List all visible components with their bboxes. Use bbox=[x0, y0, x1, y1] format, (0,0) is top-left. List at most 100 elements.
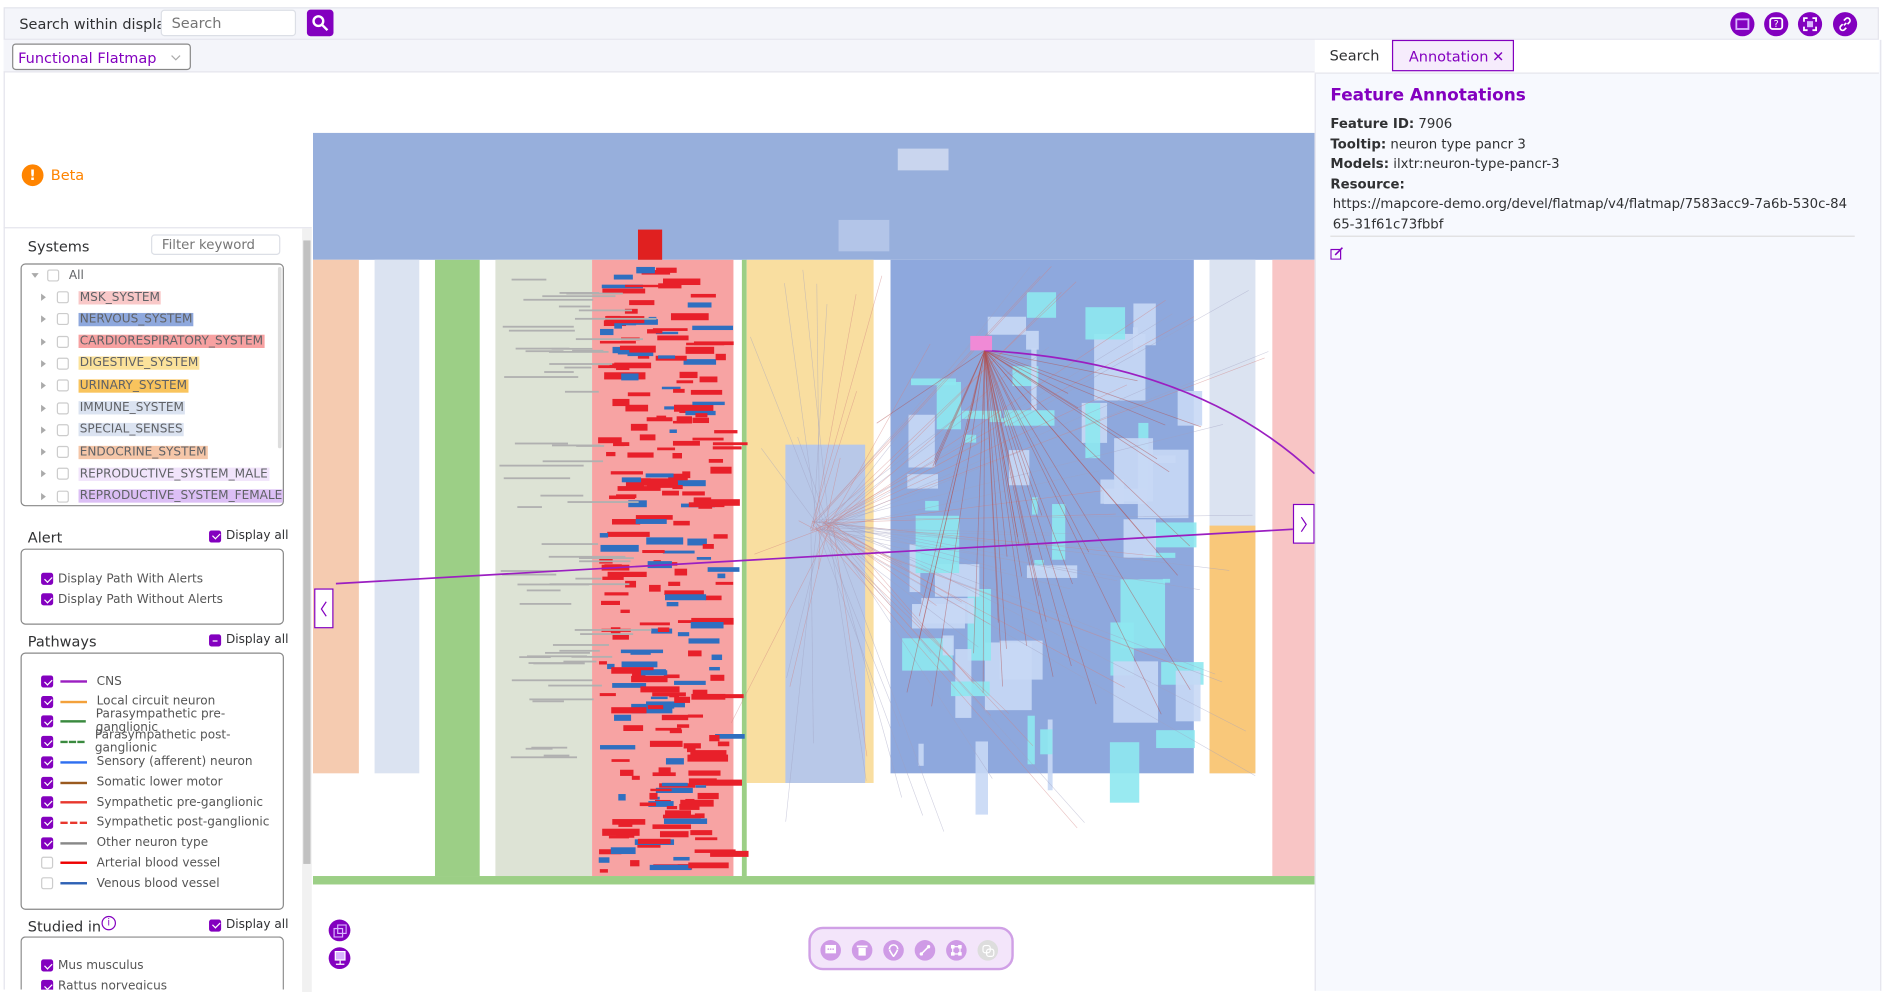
map-feature[interactable] bbox=[600, 745, 636, 750]
map-feature[interactable] bbox=[601, 600, 621, 605]
checkbox[interactable] bbox=[47, 269, 60, 282]
map-feature[interactable] bbox=[1109, 742, 1140, 803]
map-region[interactable] bbox=[838, 219, 890, 252]
map-feature[interactable] bbox=[548, 684, 602, 687]
map-feature[interactable] bbox=[683, 359, 717, 365]
map-feature[interactable] bbox=[575, 577, 602, 580]
map-feature[interactable] bbox=[690, 389, 723, 395]
caret-right-icon[interactable] bbox=[41, 492, 46, 500]
map-feature[interactable] bbox=[694, 849, 736, 853]
map-feature[interactable] bbox=[637, 838, 671, 844]
map-feature[interactable] bbox=[1113, 661, 1159, 723]
pathways-display-all[interactable]: Display all bbox=[209, 633, 288, 646]
map-feature[interactable] bbox=[621, 373, 639, 381]
map-feature[interactable] bbox=[669, 729, 682, 734]
checkbox[interactable] bbox=[56, 335, 69, 348]
map-feature[interactable] bbox=[625, 284, 666, 288]
map-feature[interactable] bbox=[1152, 455, 1176, 464]
line-tool[interactable] bbox=[914, 940, 936, 961]
scrollbar-thumb[interactable] bbox=[303, 240, 311, 864]
map-feature[interactable] bbox=[661, 386, 681, 390]
map-feature[interactable] bbox=[690, 293, 716, 298]
close-icon[interactable]: ✕ bbox=[1492, 41, 1504, 72]
map-feature[interactable] bbox=[523, 298, 594, 301]
tree-item[interactable]: REPRODUCTIVE_SYSTEM_FEMALE bbox=[41, 487, 283, 506]
checkbox[interactable] bbox=[56, 357, 69, 370]
map-feature[interactable] bbox=[548, 555, 626, 558]
map-feature[interactable] bbox=[564, 366, 592, 369]
pathway-option[interactable]: Parasympathetic post-ganglionic bbox=[41, 729, 283, 755]
map-feature[interactable] bbox=[531, 746, 568, 749]
map-feature[interactable] bbox=[699, 376, 718, 383]
map-feature[interactable] bbox=[690, 830, 713, 836]
map-feature[interactable] bbox=[502, 325, 574, 328]
map-feature[interactable] bbox=[662, 490, 679, 496]
map-feature[interactable] bbox=[1027, 715, 1035, 765]
map-feature[interactable] bbox=[1040, 729, 1053, 755]
map-feature[interactable] bbox=[710, 694, 735, 698]
alert-display-all[interactable]: Display all bbox=[209, 529, 288, 543]
map-feature[interactable] bbox=[542, 460, 604, 463]
endocrine-region[interactable] bbox=[312, 259, 359, 774]
map-feature[interactable] bbox=[611, 707, 647, 714]
map-feature[interactable] bbox=[599, 869, 608, 873]
map-feature[interactable] bbox=[616, 442, 630, 447]
tree-item[interactable]: NERVOUS_SYSTEM bbox=[41, 310, 194, 329]
map-feature[interactable] bbox=[709, 666, 720, 671]
map-feature[interactable] bbox=[574, 629, 652, 631]
map-feature[interactable] bbox=[658, 355, 676, 359]
map-feature[interactable] bbox=[529, 698, 594, 701]
map-feature[interactable] bbox=[688, 638, 720, 644]
map-feature[interactable] bbox=[511, 278, 547, 281]
map-feature[interactable] bbox=[604, 592, 629, 596]
pathway-option[interactable]: Arterial blood vessel bbox=[41, 853, 220, 872]
map-feature[interactable] bbox=[599, 340, 636, 344]
map-feature[interactable] bbox=[612, 634, 629, 640]
map-feature[interactable] bbox=[672, 452, 683, 459]
map-feature[interactable] bbox=[687, 754, 729, 762]
studied-display-all[interactable]: Display all bbox=[209, 918, 288, 932]
map-feature[interactable] bbox=[715, 353, 726, 361]
map-feature[interactable] bbox=[635, 515, 673, 520]
map-feature[interactable] bbox=[639, 622, 670, 626]
map-feature[interactable] bbox=[618, 794, 626, 801]
map-feature[interactable] bbox=[694, 813, 705, 819]
map-feature[interactable] bbox=[695, 837, 718, 841]
map-feature[interactable] bbox=[623, 725, 644, 732]
map-feature[interactable] bbox=[663, 818, 708, 824]
map-feature[interactable] bbox=[621, 661, 658, 668]
map-feature[interactable] bbox=[542, 295, 616, 298]
connection-tool[interactable] bbox=[977, 940, 999, 961]
point-tool[interactable] bbox=[883, 940, 904, 961]
map-feature[interactable] bbox=[676, 416, 692, 424]
map-feature[interactable] bbox=[614, 714, 632, 721]
map-feature[interactable] bbox=[630, 860, 640, 867]
map-feature[interactable] bbox=[673, 388, 685, 393]
map-feature[interactable] bbox=[614, 322, 622, 329]
search-button[interactable] bbox=[306, 9, 334, 37]
map-feature[interactable] bbox=[517, 583, 590, 586]
map-feature[interactable] bbox=[650, 696, 668, 700]
checkbox[interactable] bbox=[41, 877, 54, 890]
map-feature[interactable] bbox=[639, 802, 656, 807]
map-feature[interactable] bbox=[551, 444, 601, 447]
map-feature[interactable] bbox=[713, 534, 728, 539]
edit-icon[interactable] bbox=[1330, 246, 1343, 260]
map-feature[interactable] bbox=[649, 792, 658, 800]
map-feature[interactable] bbox=[1026, 330, 1039, 350]
map-feature[interactable] bbox=[613, 274, 633, 280]
map-feature[interactable] bbox=[600, 328, 614, 336]
checkbox[interactable] bbox=[41, 735, 53, 749]
sub-region[interactable] bbox=[785, 444, 866, 783]
map-feature[interactable] bbox=[942, 635, 954, 656]
map-feature[interactable] bbox=[614, 362, 652, 369]
map-feature[interactable] bbox=[504, 376, 579, 378]
map-feature[interactable] bbox=[642, 550, 665, 554]
caret-right-icon[interactable] bbox=[41, 315, 46, 323]
checkbox[interactable] bbox=[41, 857, 54, 870]
caret-right-icon[interactable] bbox=[41, 293, 46, 301]
checkbox[interactable] bbox=[56, 401, 69, 414]
map-feature[interactable] bbox=[710, 466, 732, 474]
map-feature[interactable] bbox=[559, 649, 600, 652]
caret-right-icon[interactable] bbox=[41, 470, 46, 478]
